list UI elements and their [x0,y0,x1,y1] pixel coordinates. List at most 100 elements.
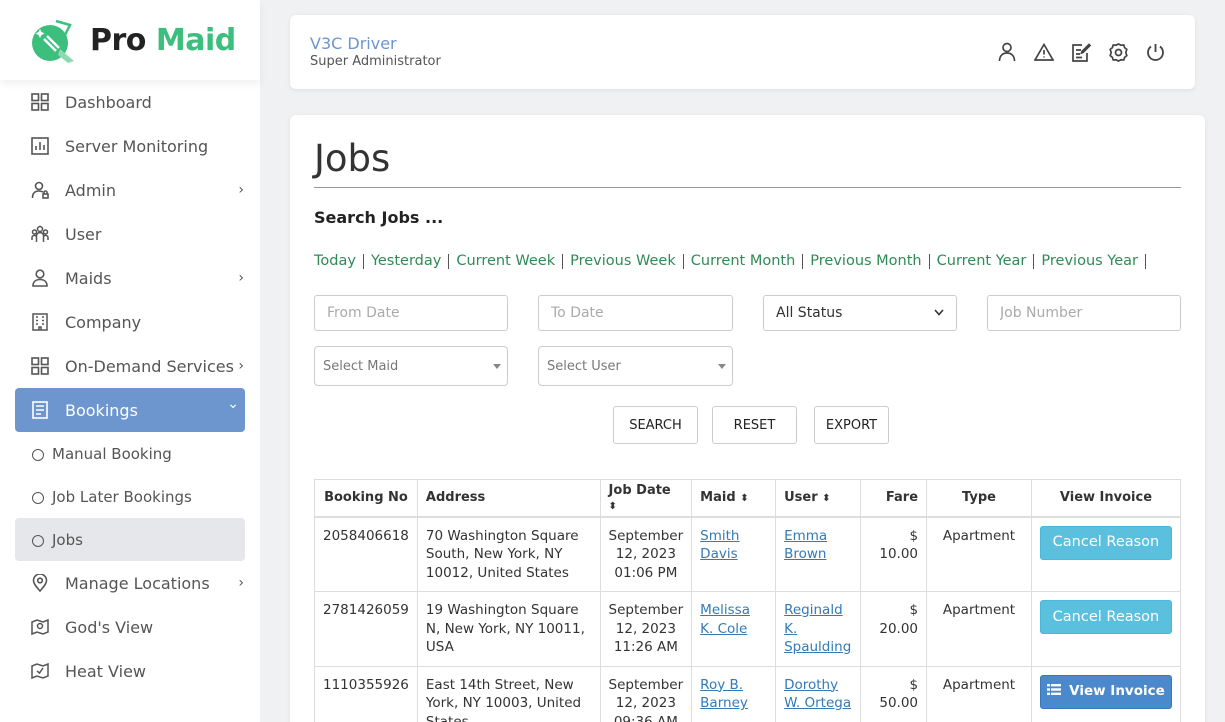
search-button[interactable]: SEARCH [613,406,698,444]
user-link[interactable]: Dorothy W. Ortega [784,677,851,712]
type-cell: Apartment [926,665,1032,722]
company-icon [30,312,50,332]
map-pin-icon [30,617,50,637]
header-actions [997,41,1165,63]
maid-link[interactable]: Smith Davis [700,528,739,563]
services-icon [30,356,50,376]
power-logout-icon[interactable] [1145,41,1165,63]
sidebar-item-label: Dashboard [65,92,152,112]
chevron-right-icon: › [238,358,244,374]
col-type-label: Type [962,490,996,506]
from-date-input[interactable] [314,295,508,331]
export-button[interactable]: EXPORT [814,406,889,444]
jobs-table: Booking No Address Job Date ⬍ Maid ⬍ Use… [314,479,1182,722]
sidebar-item-dashboard[interactable]: Dashboard [0,80,260,124]
col-maid[interactable]: Maid ⬍ [691,479,777,518]
filter-today-link[interactable]: Today [314,254,364,269]
sidebar: Pro Maid Dashboard Server Monitoring Adm… [0,0,260,722]
select-maid-dropdown[interactable]: Select Maid [314,346,508,386]
filter-previous-month-link[interactable]: Previous Month [810,254,930,269]
quick-date-filters: Today Yesterday Current Week Previous We… [314,254,1153,269]
sidebar-item-label: Company [65,312,142,332]
reset-button[interactable]: RESET [712,406,797,444]
users-icon [30,224,50,244]
sidebar-item-on-demand-services[interactable]: On-Demand Services › [0,344,260,388]
admin-icon [30,180,50,200]
col-job-date[interactable]: Job Date ⬍ [599,479,693,518]
col-booking-no-label: Booking No [324,490,408,506]
address-cell: 70 Washington Square South, New York, NY… [416,516,601,592]
user-name: V3C Driver [310,34,397,53]
address-cell: 19 Washington Square N, New York, NY 100… [416,591,601,667]
sidebar-item-label: Manage Locations [65,573,210,593]
view-invoice-label: View Invoice [1069,683,1165,700]
sort-icon: ⬍ [608,500,617,512]
circle-icon [32,449,44,461]
maid-cell: Melissa K. Cole [691,591,777,667]
sidebar-item-user[interactable]: User [0,212,260,256]
sidebar-item-maids[interactable]: Maids › [0,256,260,300]
filter-previous-year-link[interactable]: Previous Year [1041,254,1146,269]
filter-yesterday-link[interactable]: Yesterday [371,254,450,269]
table-row: 1110355926 East 14th Street, New York, N… [314,665,1182,722]
sidebar-item-gods-view[interactable]: God's View [0,605,260,649]
type-cell: Apartment [926,516,1032,592]
sidebar-item-bookings[interactable]: Bookings ⌄ [15,388,245,432]
brand-name: Pro Maid [90,23,236,58]
sidebar-item-label: God's View [65,617,154,637]
col-user-label: User [784,490,818,506]
user-link[interactable]: Reginald K. Spaulding [784,602,851,655]
fare-cell: $ 50.00 [860,665,928,722]
status-select[interactable]: All Status [763,295,957,331]
booking-no-cell: 2781426059 [314,591,418,667]
chevron-right-icon: › [238,575,244,591]
sidebar-item-company[interactable]: Company [0,300,260,344]
sidebar-item-label: Bookings [65,400,138,420]
sidebar-item-label: On-Demand Services [65,356,234,376]
select-user-placeholder: Select User [547,358,621,374]
col-user[interactable]: User ⬍ [775,479,862,518]
sidebar-item-admin[interactable]: Admin › [0,168,260,212]
select-user-dropdown[interactable]: Select User [538,346,733,386]
chevron-down-icon: ⌄ [227,396,239,412]
action-cell: Cancel Reason [1030,591,1182,667]
view-invoice-button[interactable]: View Invoice [1039,674,1172,709]
filter-current-year-link[interactable]: Current Year [937,254,1035,269]
settings-gear-icon[interactable] [1108,41,1128,63]
cancel-reason-button[interactable]: Cancel Reason [1039,600,1172,634]
sidebar-item-server-monitoring[interactable]: Server Monitoring [0,124,260,168]
action-cell: View Invoice [1030,665,1182,722]
col-fare: Fare [860,479,928,518]
fare-cell: $ 10.00 [860,516,928,592]
edit-note-icon[interactable] [1071,41,1091,63]
brand-name-pro: Pro [90,22,146,58]
col-maid-label: Maid [700,490,736,506]
profile-icon[interactable] [997,41,1017,63]
brand-name-maid: Maid [155,22,236,58]
filter-current-month-link[interactable]: Current Month [691,254,804,269]
to-date-input[interactable] [538,295,733,331]
sidebar-item-manage-locations[interactable]: Manage Locations › [0,561,260,605]
col-view-invoice: View Invoice [1030,479,1182,518]
maid-link[interactable]: Melissa K. Cole [700,602,750,637]
caret-down-icon [718,363,726,369]
sidebar-subitem-manual-booking[interactable]: Manual Booking [0,432,260,475]
brand-logo[interactable]: Pro Maid [0,0,260,80]
sidebar-item-heat-view[interactable]: Heat View [0,649,260,693]
sidebar-subitem-label: Jobs [52,530,83,549]
type-cell: Apartment [926,591,1032,667]
col-type: Type [926,479,1032,518]
job-number-input[interactable] [987,295,1181,331]
maid-icon [30,268,50,288]
col-booking-no: Booking No [314,479,418,518]
sidebar-subitem-job-later-bookings[interactable]: Job Later Bookings [0,475,260,518]
cancel-reason-button[interactable]: Cancel Reason [1039,525,1172,560]
fare-cell: $ 20.00 [860,591,928,667]
sidebar-subitem-jobs[interactable]: Jobs [15,518,245,561]
location-icon [30,573,50,593]
filter-current-week-link[interactable]: Current Week [456,254,564,269]
user-link[interactable]: Emma Brown [784,528,827,563]
maid-link[interactable]: Roy B. Barney [700,677,748,712]
filter-previous-week-link[interactable]: Previous Week [570,254,684,269]
warning-icon[interactable] [1034,41,1054,63]
